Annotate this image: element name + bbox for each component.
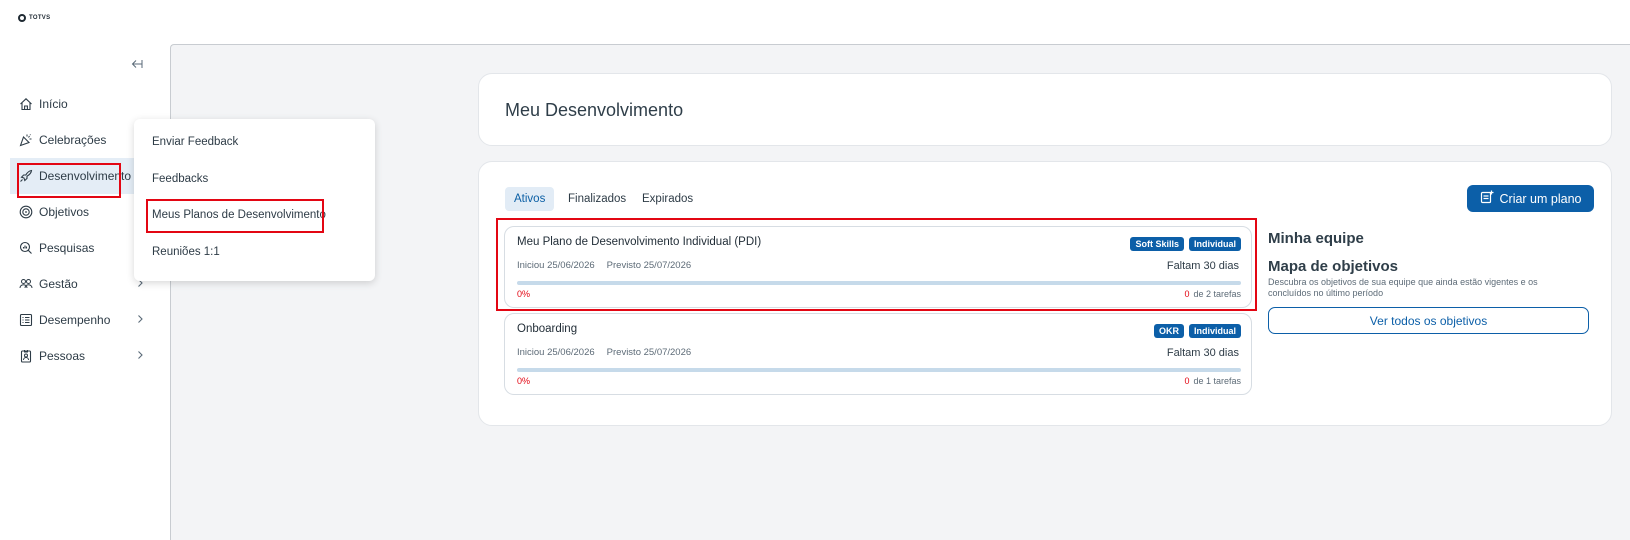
plan-dates: Iniciou 25/06/2026 Previsto 25/07/2026 bbox=[517, 347, 691, 358]
sidebar-item-label: Gestão bbox=[39, 277, 78, 291]
tab-finalizados[interactable]: Finalizados bbox=[559, 187, 635, 211]
submenu-item-meus-planos[interactable]: Meus Planos de Desenvolvimento bbox=[152, 209, 326, 221]
page-title: Meu Desenvolvimento bbox=[505, 100, 684, 120]
plan-expected-date: Previsto 25/07/2026 bbox=[606, 260, 692, 271]
objectives-map-title: Mapa de objetivos bbox=[1268, 258, 1399, 275]
search-poll-icon bbox=[19, 241, 33, 255]
target-icon bbox=[19, 205, 33, 219]
sidebar-item-label: Início bbox=[39, 97, 68, 111]
chevron-right-icon bbox=[134, 349, 146, 361]
arrow-collapse-left-icon[interactable] bbox=[131, 57, 143, 72]
progress-percent: 0% bbox=[517, 289, 531, 299]
plan-remaining: Faltam 30 dias bbox=[1166, 260, 1239, 272]
tasks-done: 0 bbox=[1184, 289, 1190, 299]
tasks-done: 0 bbox=[1184, 376, 1190, 386]
plan-tasks: 0 de 2 tarefas bbox=[1184, 289, 1241, 299]
plan-badges: Soft Skills Individual bbox=[1130, 237, 1241, 251]
sidebar-item-label: Desempenho bbox=[39, 313, 111, 327]
badge-icon bbox=[19, 349, 33, 363]
chevron-right-icon bbox=[134, 313, 146, 325]
list-icon bbox=[19, 313, 33, 327]
plan-start-date: Iniciou 25/06/2026 bbox=[517, 347, 595, 358]
people-icon bbox=[19, 277, 33, 291]
sidebar-item-label: Desenvolvimento bbox=[39, 169, 132, 183]
development-submenu: Enviar Feedback Feedbacks Meus Planos de… bbox=[134, 119, 375, 281]
logo-text: TOTVS bbox=[29, 15, 51, 21]
submenu-item-enviar-feedback[interactable]: Enviar Feedback bbox=[152, 136, 238, 148]
plan-badge: Individual bbox=[1188, 237, 1241, 251]
submenu-item-feedbacks[interactable]: Feedbacks bbox=[152, 173, 208, 185]
plan-start-date: Iniciou 25/06/2026 bbox=[517, 260, 595, 271]
add-document-icon bbox=[1480, 190, 1494, 207]
plan-card[interactable]: Meu Plano de Desenvolvimento Individual … bbox=[504, 226, 1252, 308]
plan-badge: Soft Skills bbox=[1130, 237, 1184, 251]
plan-title: Meu Plano de Desenvolvimento Individual … bbox=[517, 236, 762, 248]
sidebar-item-label: Celebrações bbox=[39, 133, 107, 147]
page-header-card: Meu Desenvolvimento bbox=[478, 73, 1612, 146]
progress-bar bbox=[517, 281, 1241, 285]
team-title: Minha equipe bbox=[1268, 230, 1364, 247]
plan-expected-date: Previsto 25/07/2026 bbox=[606, 347, 692, 358]
plan-badge: Individual bbox=[1188, 324, 1241, 338]
sidebar-item-label: Pessoas bbox=[39, 349, 86, 363]
tasks-total: de 1 tarefas bbox=[1193, 376, 1241, 386]
plan-card[interactable]: Onboarding OKR Individual Iniciou 25/06/… bbox=[504, 313, 1252, 395]
plan-remaining: Faltam 30 dias bbox=[1166, 347, 1239, 359]
sidebar-item-desempenho[interactable]: Desempenho bbox=[10, 302, 160, 338]
plan-badges: OKR Individual bbox=[1153, 324, 1241, 338]
home-icon bbox=[19, 97, 33, 111]
sidebar-item-label: Objetivos bbox=[39, 205, 90, 219]
plan-badge: OKR bbox=[1153, 324, 1184, 338]
progress-bar bbox=[517, 368, 1241, 372]
sidebar-item-pessoas[interactable]: Pessoas bbox=[10, 338, 160, 374]
totvs-logo: TOTVS bbox=[18, 14, 50, 22]
create-plan-label: Criar um plano bbox=[1499, 191, 1582, 206]
create-plan-button[interactable]: Criar um plano bbox=[1467, 185, 1594, 212]
view-all-objectives-button[interactable]: Ver todos os objetivos bbox=[1268, 307, 1589, 334]
sidebar-item-inicio[interactable]: Início bbox=[10, 86, 160, 122]
plan-tasks: 0 de 1 tarefas bbox=[1184, 376, 1241, 386]
plan-title: Onboarding bbox=[517, 323, 578, 335]
tab-ativos[interactable]: Ativos bbox=[505, 187, 555, 211]
party-popper-icon bbox=[19, 133, 33, 147]
logo-mark bbox=[18, 14, 26, 22]
tab-expirados[interactable]: Expirados bbox=[633, 187, 702, 211]
sidebar-item-label: Pesquisas bbox=[39, 241, 95, 255]
submenu-item-reunioes[interactable]: Reuniões 1:1 bbox=[152, 246, 220, 258]
objectives-map-description: Descubra os objetivos de sua equipe que … bbox=[1268, 277, 1538, 298]
progress-percent: 0% bbox=[517, 376, 531, 386]
tasks-total: de 2 tarefas bbox=[1193, 289, 1241, 299]
plan-dates: Iniciou 25/06/2026 Previsto 25/07/2026 bbox=[517, 260, 691, 271]
rocket-icon bbox=[19, 169, 33, 183]
